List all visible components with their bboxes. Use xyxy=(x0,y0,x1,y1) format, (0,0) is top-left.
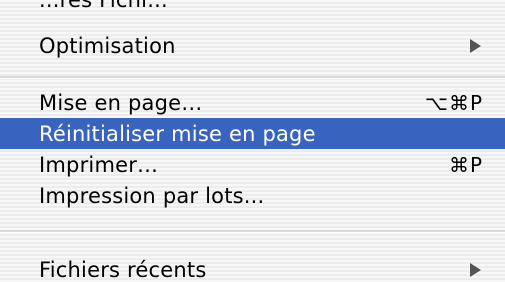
menu-item-label: Impression par lots... xyxy=(39,183,265,208)
menu-separator xyxy=(0,76,505,79)
file-menu: ...res Fichi... Optimisation Mise en pag… xyxy=(0,0,505,282)
menu-item-impression-par-lots[interactable]: Impression par lots... xyxy=(0,180,505,211)
menu-item-shortcut: ⌥⌘P xyxy=(424,90,483,115)
menu-item-label: Mise en page… xyxy=(39,90,203,115)
menu-item-label: Fichiers récents xyxy=(39,257,207,282)
menu-item-label: Optimisation xyxy=(39,33,176,58)
menu-item-reinitialiser-mise-en-page[interactable]: Réinitialiser mise en page xyxy=(0,118,505,149)
menu-item-label: Imprimer… xyxy=(39,152,159,177)
menu-item-partial[interactable]: ...res Fichi... xyxy=(0,0,505,14)
menu-item-imprimer[interactable]: Imprimer… ⌘P xyxy=(0,149,505,180)
menu-item-mise-en-page[interactable]: Mise en page… ⌥⌘P xyxy=(0,87,505,118)
menu-item-fichiers-recents[interactable]: Fichiers récents xyxy=(0,254,505,282)
submenu-arrow-icon xyxy=(470,38,481,53)
menu-item-partial-label: ...res Fichi... xyxy=(39,0,168,12)
menu-item-optimisation[interactable]: Optimisation xyxy=(0,30,505,61)
menu-separator xyxy=(0,230,505,233)
submenu-arrow-icon xyxy=(470,262,481,277)
menu-item-shortcut: ⌘P xyxy=(448,152,483,177)
menu-item-label: Réinitialiser mise en page xyxy=(39,121,316,146)
